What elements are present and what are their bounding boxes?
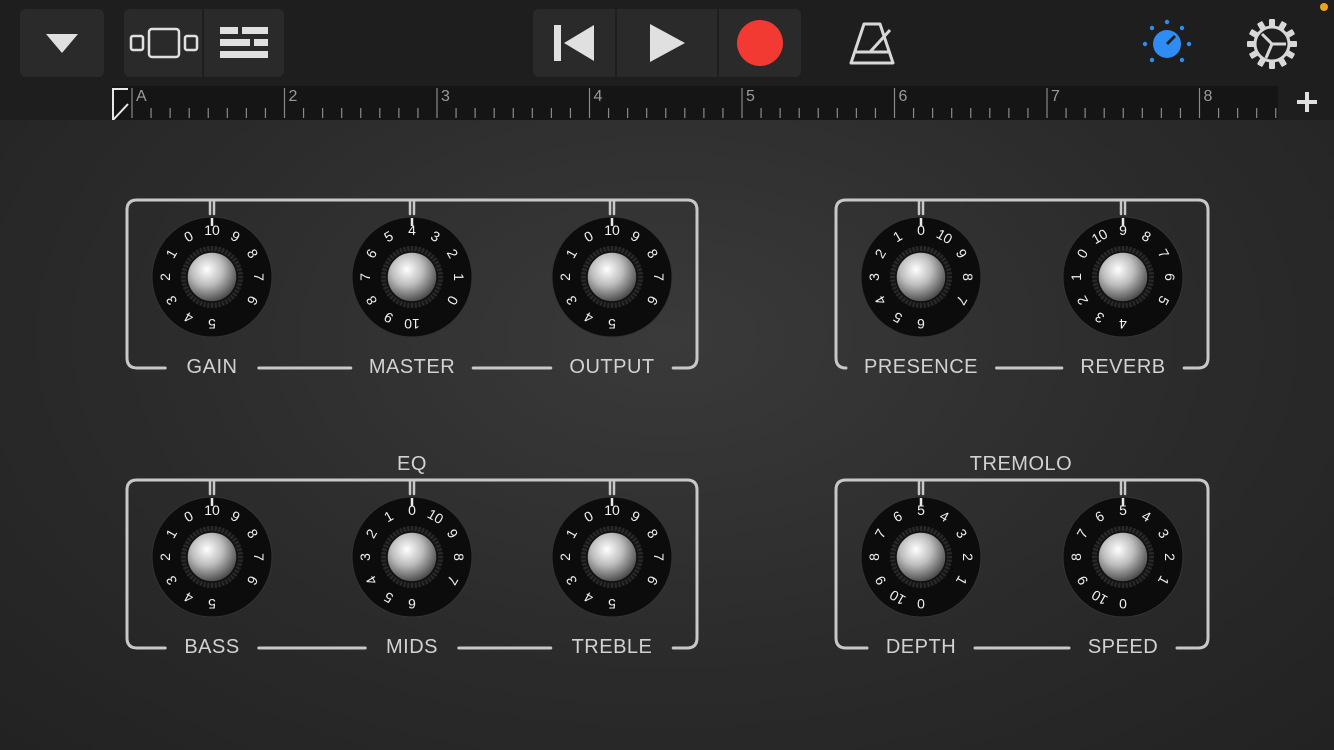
- settings-button[interactable]: [1246, 18, 1298, 75]
- ruler-mark: 2: [288, 88, 298, 105]
- mixer-controls-icon: [220, 27, 268, 58]
- svg-text:0: 0: [1119, 596, 1127, 612]
- tracks-view-button[interactable]: [124, 9, 202, 77]
- controls-knob-icon: [1142, 19, 1192, 63]
- svg-text:3: 3: [866, 273, 882, 281]
- eq-title: EQ: [397, 453, 427, 475]
- svg-text:5: 5: [608, 316, 616, 332]
- playhead-icon[interactable]: [112, 86, 130, 120]
- tracks-view-icon: [129, 27, 199, 59]
- presence-knob[interactable]: 6 5 4 3 2 1 0 10 9 8 7: [860, 216, 982, 338]
- ruler-mark: 4: [593, 88, 603, 105]
- amp-knob-panel: 5 4 3 2 1 0 10 9 8 7 6 GAIN 10 9 8 7 6 5 4 3 2 1 0 MASTER 5 4 3 2 1 0…: [125, 198, 699, 378]
- reverb-knob[interactable]: 4 3 2 1 0 10 9 8 7 6 5: [1062, 216, 1184, 338]
- play-button[interactable]: [617, 9, 717, 77]
- svg-text:2: 2: [960, 553, 976, 561]
- master-label: MASTER: [368, 356, 456, 378]
- svg-text:1: 1: [1068, 273, 1084, 281]
- status-dot-icon: [1320, 3, 1328, 11]
- ruler-mark: 3: [441, 88, 450, 105]
- svg-text:2: 2: [1162, 553, 1178, 561]
- view-toggle-group: [124, 9, 284, 77]
- svg-text:7: 7: [357, 273, 373, 281]
- ruler-ticks: [112, 88, 1277, 118]
- svg-text:4: 4: [1119, 316, 1127, 332]
- ruler-mark: 8: [1203, 88, 1213, 105]
- settings-gear-icon: [1247, 19, 1297, 69]
- eq-knob-panel: 5 4 3 2 1 0 10 9 8 7 6 BASS 6 5 4 3 2 1 0 10 9 8 7 MIDS 5 4 3 2 1 0 10…: [125, 478, 699, 658]
- svg-text:8: 8: [960, 273, 976, 281]
- ruler-strip[interactable]: A 2 3 4 5 6 7 8: [112, 86, 1278, 120]
- ruler-mark: 6: [898, 88, 908, 105]
- top-toolbar: [0, 0, 1334, 86]
- reverb-label: REVERB: [1080, 356, 1166, 378]
- svg-text:6: 6: [917, 316, 925, 332]
- svg-text:7: 7: [651, 273, 667, 281]
- svg-text:7: 7: [651, 553, 667, 561]
- play-icon: [650, 24, 685, 62]
- timeline-ruler[interactable]: A 2 3 4 5 6 7 8: [0, 86, 1334, 120]
- svg-text:2: 2: [157, 273, 173, 281]
- bass-knob[interactable]: 5 4 3 2 1 0 10 9 8 7 6: [151, 496, 273, 618]
- master-knob[interactable]: 10 9 8 7 6 5 4 3 2 1 0: [351, 216, 473, 338]
- presence-reverb-panel: 6 5 4 3 2 1 0 10 9 8 7 PRESENCE 4 3 2 1 0 10 9 8 7 6 5 REVERB: [834, 198, 1210, 378]
- mixer-controls-button[interactable]: [204, 9, 284, 77]
- output-label: OUTPUT: [569, 356, 655, 378]
- view-dropdown-button[interactable]: [20, 9, 104, 77]
- speed-knob[interactable]: 0 10 9 8 7 6 5 4 3 2 1: [1062, 496, 1184, 618]
- svg-text:8: 8: [866, 553, 882, 561]
- svg-text:2: 2: [557, 553, 573, 561]
- depth-label: DEPTH: [885, 636, 957, 658]
- ruler-mark: A: [136, 88, 147, 105]
- svg-text:6: 6: [408, 596, 416, 612]
- record-button[interactable]: [719, 9, 801, 77]
- gain-knob[interactable]: 5 4 3 2 1 0 10 9 8 7 6: [151, 216, 273, 338]
- speed-label: SPEED: [1087, 636, 1159, 658]
- svg-text:0: 0: [917, 596, 925, 612]
- svg-text:6: 6: [1162, 273, 1178, 281]
- rewind-button[interactable]: [533, 9, 615, 77]
- add-icon: [1297, 92, 1317, 112]
- svg-text:3: 3: [357, 553, 373, 561]
- output-knob[interactable]: 5 4 3 2 1 0 10 9 8 7 6: [551, 216, 673, 338]
- svg-text:10: 10: [404, 316, 420, 332]
- svg-text:8: 8: [1068, 553, 1084, 561]
- svg-text:7: 7: [251, 553, 267, 561]
- metronome-icon: [849, 22, 895, 65]
- svg-text:2: 2: [557, 273, 573, 281]
- rewind-icon: [554, 25, 594, 61]
- svg-text:1: 1: [451, 273, 467, 281]
- add-section-button[interactable]: [1296, 91, 1318, 118]
- mids-knob[interactable]: 6 5 4 3 2 1 0 10 9 8 7: [351, 496, 473, 618]
- svg-text:5: 5: [608, 596, 616, 612]
- tremolo-title: TREMOLO: [969, 453, 1073, 475]
- gain-label: GAIN: [186, 356, 238, 378]
- svg-text:5: 5: [208, 596, 216, 612]
- bass-label: BASS: [184, 636, 240, 658]
- svg-text:5: 5: [208, 316, 216, 332]
- svg-text:2: 2: [157, 553, 173, 561]
- svg-text:8: 8: [451, 553, 467, 561]
- smart-controls-button[interactable]: [1140, 17, 1194, 76]
- treble-label: TREBLE: [571, 636, 653, 658]
- depth-knob[interactable]: 0 10 9 8 7 6 5 4 3 2 1: [860, 496, 982, 618]
- dropdown-arrow-icon: [46, 34, 78, 53]
- presence-label: PRESENCE: [863, 356, 979, 378]
- tremolo-knob-panel: 0 10 9 8 7 6 5 4 3 2 1 DEPTH 0 10 9 8 7 6 5 4 3 2 1 SPEED: [834, 478, 1210, 658]
- ruler-mark: 7: [1051, 88, 1060, 105]
- transport-controls: [533, 9, 801, 77]
- treble-knob[interactable]: 5 4 3 2 1 0 10 9 8 7 6: [551, 496, 673, 618]
- mids-label: MIDS: [386, 636, 438, 658]
- record-icon: [737, 20, 783, 66]
- svg-text:7: 7: [251, 273, 267, 281]
- ruler-mark: 5: [746, 88, 755, 105]
- metronome-button[interactable]: [848, 20, 896, 73]
